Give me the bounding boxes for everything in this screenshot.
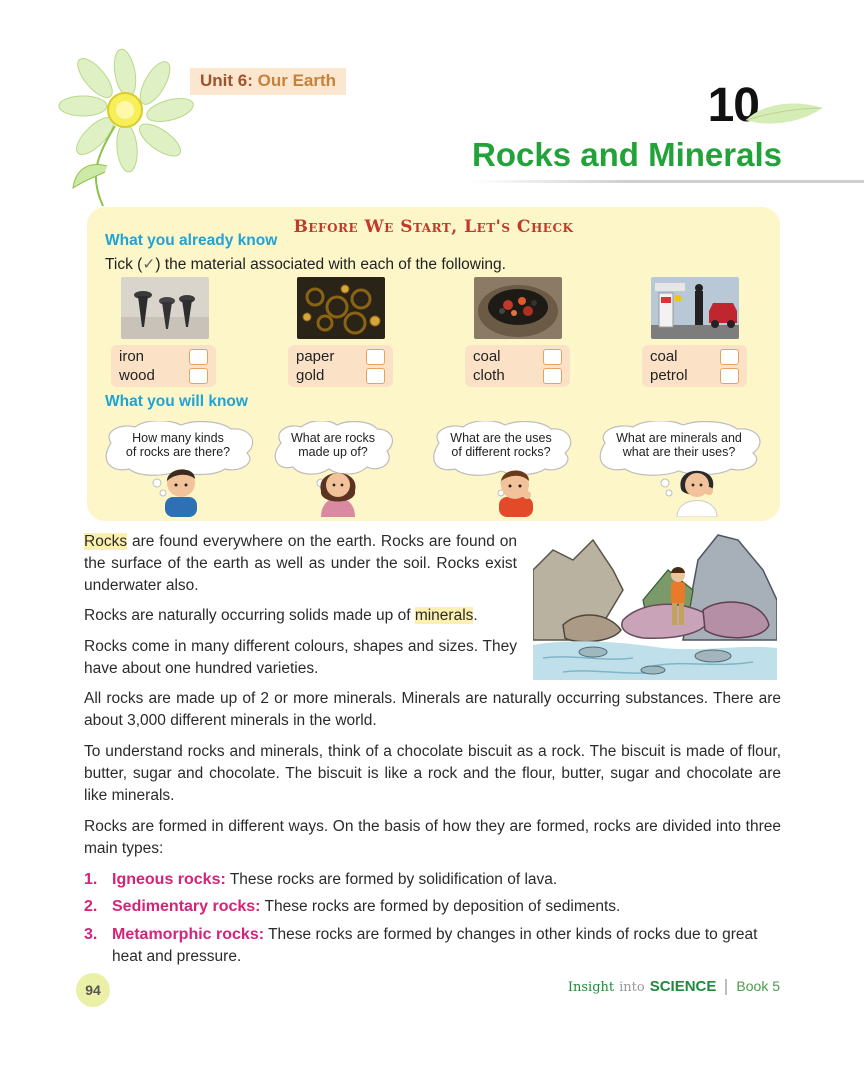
jewellery-photo-icon [297,277,385,339]
option-card-2: paper gold [288,345,393,387]
option-card-4: coal petrol [642,345,747,387]
paragraph-text: . [473,607,478,624]
rock-type-term: Metamorphic rocks: [112,926,265,943]
page-number: 94 [76,973,110,1007]
series-subject: SCIENCE [649,978,717,995]
option-row: paper [296,347,385,366]
item-column-3 [474,277,584,343]
coal-stove-photo-icon [474,277,562,339]
title-divider [470,180,864,183]
chapter-title: Rocks and Minerals [472,136,782,173]
daisy-flower-icon [58,48,194,207]
option-row: petrol [650,366,739,385]
item-column-4 [651,277,761,343]
option-label: petrol [650,367,688,384]
tick-checkbox[interactable] [543,367,562,384]
option-label: wood [119,367,155,384]
highlighted-term: minerals [414,607,474,624]
option-label: iron [119,348,145,365]
leaf-icon [745,103,823,124]
option-label: gold [296,367,325,384]
rock-type-item-3: 3. Metamorphic rocks: These rocks are fo… [84,924,781,968]
paragraph-text: Rocks are naturally occurring solids mad… [84,607,415,624]
option-row: coal [650,347,739,366]
rock-type-item-1: 1. Igneous rocks: These rocks are formed… [84,869,781,891]
paragraph-rocks-everywhere: Rocks are found everywhere on the earth.… [84,531,517,597]
tick-checkbox[interactable] [720,348,739,365]
option-card-1: iron wood [111,345,216,387]
rock-type-term: Igneous rocks: [112,871,226,888]
question-line: of different rocks? [451,445,551,459]
paragraph-minerals: All rocks are made up of 2 or more miner… [84,690,781,729]
paragraph-text: are found everywhere on the earth. Rocks… [84,533,517,594]
tick-checkbox[interactable] [366,348,385,365]
book-label: Book 5 [736,978,780,994]
question-line: of rocks are there? [125,445,231,459]
paragraph-rocks-definition: Rocks are naturally occurring solids mad… [84,605,517,627]
option-label: coal [650,348,678,365]
instruction-text-end: ) the material associated with each of t… [155,256,506,273]
question-text: What are rocks made up of? [271,431,395,459]
question-line: What are rocks [290,431,376,445]
tick-checkbox[interactable] [720,367,739,384]
tick-icon: ✓ [142,256,156,273]
tick-checkbox[interactable] [366,367,385,384]
paragraph-rock-varieties: Rocks come in many different colours, sh… [84,638,517,677]
question-line: What are the uses [450,431,552,445]
already-know-heading: What you already know [105,232,278,249]
tick-checkbox[interactable] [189,367,208,384]
option-row: cloth [473,366,562,385]
highlighted-term: Rocks [84,533,128,550]
footer-divider [725,978,728,995]
tick-checkbox[interactable] [189,348,208,365]
question-line: what are their uses? [622,445,736,459]
list-number: 3. [84,926,98,943]
option-card-3: coal cloth [465,345,570,387]
item-column-2 [297,277,407,343]
option-row: gold [296,366,385,385]
option-row: wood [119,366,208,385]
nails-photo-icon [121,277,209,339]
question-text: What are the uses of different rocks? [427,431,575,459]
series-word: Insight [567,980,615,995]
tick-instruction: Tick (✓) the material associated with ea… [105,255,506,274]
question-line: made up of? [298,445,368,459]
boy-thinking-icon [165,469,197,517]
rock-type-term: Sedimentary rocks: [112,898,261,915]
unit-tag: Unit 6: Our Earth [190,68,347,95]
before-we-start-box: Before We Start, Let's Check What you al… [87,207,780,521]
rock-type-item-2: 2. Sedimentary rocks: These rocks are fo… [84,896,781,918]
question-text: How many kinds of rocks are there? [99,431,257,459]
tick-checkbox[interactable] [543,348,562,365]
girl-thinking-icon [320,473,356,517]
option-row: coal [473,347,562,366]
rocky-riverbank-illustration [533,530,777,680]
instruction-text-start: Tick ( [105,256,143,273]
list-number: 2. [84,898,98,915]
fuel-pump-photo-icon [651,277,739,339]
rock-type-description: These rocks are formed by solidification… [225,871,558,888]
series-word: into [619,980,645,995]
option-row: iron [119,347,208,366]
paragraph-biscuit-analogy: To understand rocks and minerals, think … [84,743,781,804]
option-label: coal [473,348,501,365]
question-line: How many kinds [132,431,224,445]
list-number: 1. [84,871,98,888]
unit-label: Unit 6: [200,71,253,90]
item-column-1 [121,277,231,343]
question-text: What are minerals and what are their use… [593,431,765,459]
question-line: What are minerals and [616,431,742,445]
rock-type-description: These rocks are formed by deposition of … [260,898,621,915]
option-label: paper [296,348,335,365]
unit-name: Our Earth [257,71,337,90]
will-know-heading: What you will know [105,393,248,410]
series-footer: Insight into SCIENCE Book 5 [568,978,780,995]
girl-wondering-icon [676,470,718,517]
paragraph-rock-types-intro: Rocks are formed in different ways. On t… [84,818,781,857]
boy-wondering-icon [499,470,533,517]
option-label: cloth [473,367,505,384]
